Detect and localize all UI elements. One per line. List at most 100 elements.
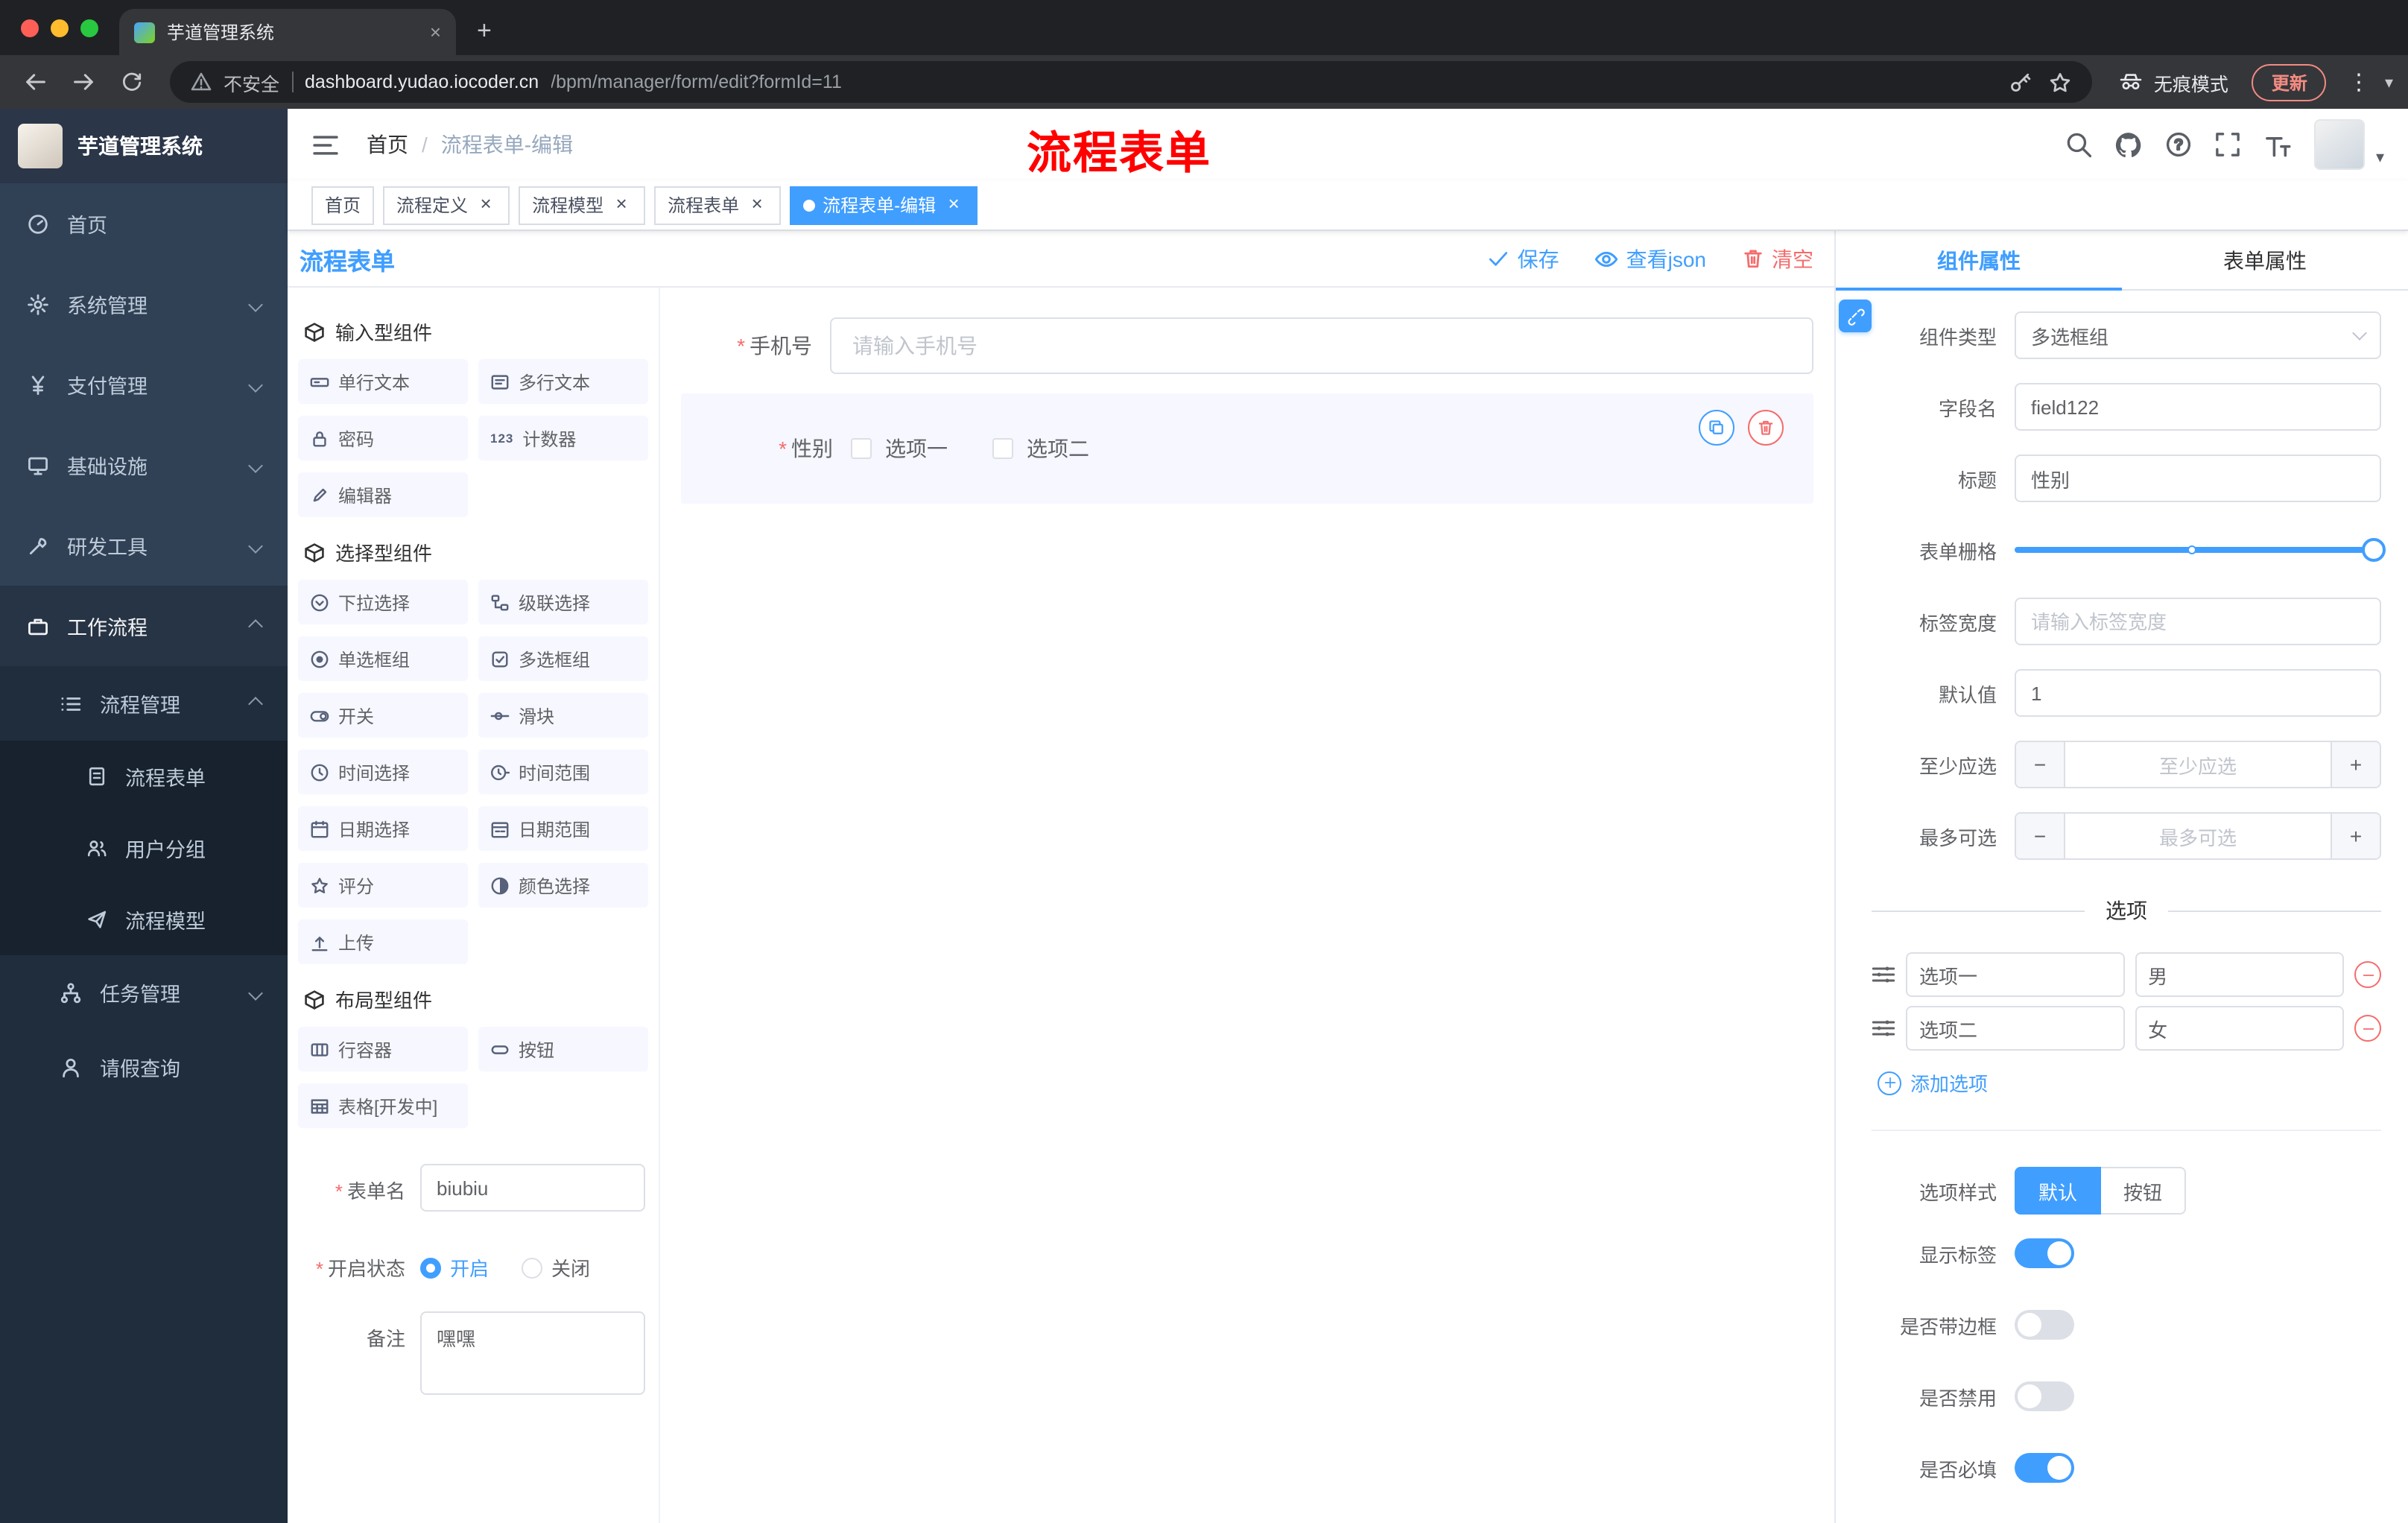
palette-item-select[interactable]: 下拉选择: [298, 580, 468, 624]
show-label-switch[interactable]: [2015, 1238, 2074, 1268]
radio-status-off[interactable]: 关闭: [522, 1253, 590, 1282]
style-button-button[interactable]: 按钮: [2101, 1167, 2187, 1215]
browser-menu-button[interactable]: ⋮: [2348, 69, 2370, 95]
window-chevron-icon[interactable]: ▾: [2385, 72, 2393, 92]
field-link-badge[interactable]: [1839, 300, 1872, 332]
tag-process-definition[interactable]: 流程定义 ×: [383, 186, 510, 224]
form-name-input[interactable]: [420, 1164, 645, 1212]
window-zoom-button[interactable]: [80, 19, 98, 37]
grid-slider[interactable]: [2015, 526, 2386, 574]
tag-process-form[interactable]: 流程表单 ×: [654, 186, 782, 224]
decrease-button[interactable]: −: [2016, 814, 2064, 858]
bookmark-star-icon[interactable]: [2050, 71, 2072, 93]
sidebar-item-home[interactable]: 首页: [0, 183, 288, 264]
window-minimize-button[interactable]: [51, 19, 69, 37]
add-option-button[interactable]: 添加选项: [1878, 1068, 2381, 1097]
help-button[interactable]: ?: [2166, 131, 2193, 158]
required-switch[interactable]: [2015, 1453, 2074, 1483]
tag-close-icon[interactable]: ×: [475, 193, 496, 215]
tag-close-icon[interactable]: ×: [943, 193, 964, 215]
disabled-switch[interactable]: [2015, 1381, 2074, 1411]
decrease-button[interactable]: −: [2016, 742, 2064, 787]
style-default-button[interactable]: 默认: [2015, 1167, 2102, 1215]
save-button[interactable]: 保存: [1488, 244, 1559, 273]
font-size-icon[interactable]: [2264, 130, 2293, 159]
checkbox-option-2[interactable]: 选项二: [992, 434, 1089, 463]
tag-close-icon[interactable]: ×: [611, 193, 632, 215]
option-label-input[interactable]: [1906, 1006, 2125, 1051]
palette-item-editor[interactable]: 编辑器: [298, 472, 468, 517]
palette-item-date-picker[interactable]: 日期选择: [298, 806, 468, 851]
sidebar-item-task-mgmt[interactable]: 任务管理: [0, 955, 288, 1030]
palette-item-time-picker[interactable]: 时间选择: [298, 750, 468, 794]
palette-item-upload[interactable]: 上传: [298, 919, 468, 964]
tab-close-icon[interactable]: ×: [430, 21, 441, 43]
tag-process-model[interactable]: 流程模型 ×: [519, 186, 646, 224]
increase-button[interactable]: +: [2332, 742, 2380, 787]
tag-process-form-edit[interactable]: 流程表单-编辑 ×: [790, 186, 978, 224]
window-close-button[interactable]: [21, 19, 39, 37]
tab-form-props[interactable]: 表单属性: [2122, 231, 2408, 289]
canvas-field-gender-selected[interactable]: 性别 选项一 选项二: [681, 393, 1813, 504]
sidebar-item-devtools[interactable]: 研发工具: [0, 505, 288, 586]
slider-track[interactable]: [2015, 547, 2381, 553]
forward-button[interactable]: [63, 61, 104, 103]
palette-item-date-range[interactable]: 日期范围: [478, 806, 648, 851]
tag-close-icon[interactable]: ×: [747, 193, 767, 215]
tab-component-props[interactable]: 组件属性: [1836, 231, 2122, 291]
component-type-select[interactable]: 多选框组: [2015, 311, 2381, 359]
canvas-field-phone[interactable]: 手机号: [681, 317, 1813, 374]
avatar-caret-icon[interactable]: ▾: [2376, 148, 2384, 167]
form-remark-textarea[interactable]: 嘿嘿: [420, 1311, 645, 1395]
sidebar-item-process-form[interactable]: 流程表单: [0, 741, 288, 812]
min-select-placeholder[interactable]: 至少应选: [2064, 742, 2332, 787]
sidebar-item-system[interactable]: 系统管理: [0, 264, 288, 344]
search-icon[interactable]: [2066, 131, 2093, 158]
palette-item-radio-group[interactable]: 单选框组: [298, 636, 468, 681]
delete-component-button[interactable]: [1748, 410, 1784, 446]
password-key-icon[interactable]: [2009, 71, 2032, 93]
palette-item-color-picker[interactable]: 颜色选择: [478, 863, 648, 908]
drag-handle-icon[interactable]: [1872, 1016, 1895, 1040]
sidebar-item-user-group[interactable]: 用户分组: [0, 812, 288, 884]
browser-tab[interactable]: 芋道管理系统 ×: [119, 9, 456, 55]
border-switch[interactable]: [2015, 1310, 2074, 1340]
palette-item-textarea[interactable]: 多行文本: [478, 359, 648, 404]
checkbox-option-1[interactable]: 选项一: [851, 434, 948, 463]
radio-status-on[interactable]: 开启: [420, 1253, 489, 1282]
view-json-button[interactable]: 查看json: [1595, 244, 1706, 273]
palette-item-switch[interactable]: 开关: [298, 693, 468, 738]
palette-item-button[interactable]: 按钮: [478, 1027, 648, 1071]
reload-button[interactable]: [110, 61, 152, 103]
palette-item-password[interactable]: 密码: [298, 416, 468, 460]
sidebar-item-process-mgmt[interactable]: 流程管理: [0, 666, 288, 741]
sidebar-item-workflow[interactable]: 工作流程: [0, 586, 288, 666]
increase-button[interactable]: +: [2332, 814, 2380, 858]
sidebar-toggle-button[interactable]: [311, 130, 340, 159]
max-select-placeholder[interactable]: 最多可选: [2064, 814, 2332, 858]
form-canvas[interactable]: 手机号 性别 选项一 选项二: [660, 288, 1834, 1523]
palette-item-counter[interactable]: 123 计数器: [478, 416, 648, 460]
palette-item-table[interactable]: 表格[开发中]: [298, 1083, 468, 1128]
slider-handle[interactable]: [2362, 538, 2386, 562]
github-icon[interactable]: [2115, 130, 2144, 159]
option-value-input[interactable]: [2135, 952, 2344, 997]
phone-field-input[interactable]: [830, 317, 1813, 374]
palette-item-cascader[interactable]: 级联选择: [478, 580, 648, 624]
new-tab-button[interactable]: +: [477, 16, 492, 46]
field-name-input[interactable]: [2015, 383, 2381, 431]
default-value-input[interactable]: [2015, 669, 2381, 717]
back-button[interactable]: [15, 61, 57, 103]
user-avatar[interactable]: [2314, 119, 2366, 170]
option-label-input[interactable]: [1906, 952, 2125, 997]
palette-item-slider[interactable]: 滑块: [478, 693, 648, 738]
palette-item-row-container[interactable]: 行容器: [298, 1027, 468, 1071]
label-width-input[interactable]: [2015, 598, 2381, 645]
update-button[interactable]: 更新: [2252, 63, 2327, 101]
sidebar-item-leave-query[interactable]: 请假查询: [0, 1030, 288, 1104]
sidebar-item-infra[interactable]: 基础设施: [0, 425, 288, 505]
palette-item-time-range[interactable]: 时间范围: [478, 750, 648, 794]
title-input[interactable]: [2015, 455, 2381, 502]
tag-home[interactable]: 首页: [311, 186, 375, 224]
option-value-input[interactable]: [2135, 1006, 2344, 1051]
